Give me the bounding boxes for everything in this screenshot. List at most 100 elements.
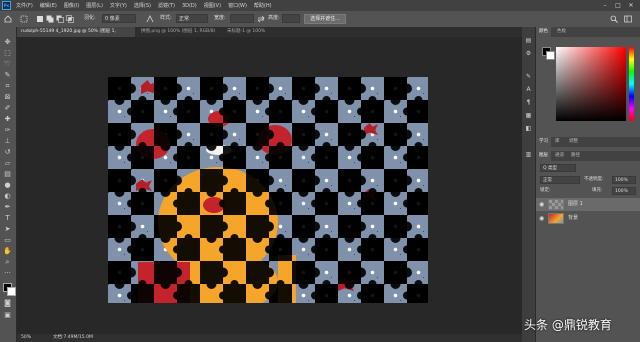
rectangle-tool-icon[interactable]: ▭ xyxy=(3,236,12,245)
search-icon[interactable] xyxy=(610,15,618,23)
menu-item[interactable]: 图像(I) xyxy=(64,2,79,9)
history-panel-icon[interactable]: ▤ xyxy=(524,36,533,45)
gradient-tool-icon[interactable]: ▤ xyxy=(3,170,12,179)
healing-brush-tool-icon[interactable]: ✚ xyxy=(3,115,12,124)
watermark-text: 头条 @鼎锐教育 xyxy=(524,318,612,332)
brush-settings-icon[interactable]: ✎ xyxy=(524,72,533,81)
blur-tool-icon[interactable]: ● xyxy=(3,181,12,190)
layers-panel-tabs: 图层 通道 路径 xyxy=(536,151,640,161)
height-input[interactable] xyxy=(282,14,300,23)
status-bar: 50% 文档:7.49M/15.0M xyxy=(17,334,522,342)
background-color-chip[interactable] xyxy=(546,51,555,60)
history-brush-tool-icon[interactable]: ↺ xyxy=(3,148,12,157)
tab-document-2[interactable]: 拼图.png @ 100% (图层 1, RGB/8) * xyxy=(137,27,221,44)
quick-select-tool-icon[interactable]: ✎ xyxy=(3,71,12,80)
edit-toolbar-icon[interactable]: ··· xyxy=(3,269,12,278)
document-info[interactable]: 文档:7.49M/15.0M xyxy=(53,334,93,342)
tab-color[interactable]: 颜色 xyxy=(536,27,551,37)
tab-adjustments[interactable]: 调整 xyxy=(566,137,581,147)
paragraph-panel-icon[interactable]: ¶ xyxy=(524,98,533,107)
style-select[interactable]: 正常 xyxy=(176,14,208,23)
main-menu: 文件(F) 编辑(E) 图像(I) 图层(L) 文字(Y) 选择(S) 滤镜(T) 3D(D)… xyxy=(16,0,272,11)
zoom-tool-icon[interactable]: ⌕ xyxy=(3,258,12,267)
color-picker-field[interactable] xyxy=(556,47,626,121)
background-color-swatch[interactable] xyxy=(7,287,16,296)
swatches-panel-icon[interactable]: ▦ xyxy=(524,111,533,120)
document-tabs: rudolph-55149 4_1920.jpg @ 50% (图层 1, RG… xyxy=(17,27,522,44)
menu-item[interactable]: 文件(F) xyxy=(16,2,33,9)
hue-slider[interactable] xyxy=(629,47,634,121)
dodge-tool-icon[interactable]: ◐ xyxy=(3,192,12,201)
character-panel-icon[interactable]: A xyxy=(524,85,533,94)
screen-mode-icon[interactable]: ▣ xyxy=(3,311,12,320)
layer-kind-filter[interactable]: Q 类型 xyxy=(540,164,576,172)
opacity-input[interactable]: 100% xyxy=(612,176,636,184)
path-selection-tool-icon[interactable]: ➤ xyxy=(3,225,12,234)
menu-item[interactable]: 视图(V) xyxy=(204,2,221,9)
layer-thumbnail xyxy=(548,213,564,224)
quick-mask-icon[interactable]: ◙ xyxy=(3,299,12,308)
workspace-icon[interactable] xyxy=(624,15,632,23)
layer-row[interactable]: ◉ 图层 1 xyxy=(536,198,640,211)
minimize-icon[interactable]: – xyxy=(600,1,610,10)
menu-item[interactable]: 帮助(H) xyxy=(254,2,272,9)
channels-panel-icon[interactable]: ▥ xyxy=(524,150,533,159)
menu-item[interactable]: 编辑(E) xyxy=(40,2,57,9)
brush-tool-icon[interactable]: ✑ xyxy=(3,126,12,135)
move-tool-icon[interactable]: ✥ xyxy=(3,38,12,47)
tab-libraries[interactable]: 库 xyxy=(552,137,563,147)
tab-learn[interactable]: 学习 xyxy=(536,137,551,147)
maximize-icon[interactable]: □ xyxy=(613,1,623,10)
layer-name[interactable]: 背景 xyxy=(568,212,578,225)
layer-row[interactable]: ◉ 背景 xyxy=(536,212,640,225)
tab-paths[interactable]: 路径 xyxy=(568,151,583,161)
menu-item[interactable]: 滤镜(T) xyxy=(158,2,175,9)
hand-tool-icon[interactable]: ✋ xyxy=(3,247,12,256)
tab-swatches[interactable]: 色板 xyxy=(554,27,569,37)
eyedropper-tool-icon[interactable]: ✐ xyxy=(3,104,12,113)
home-icon[interactable] xyxy=(4,15,12,23)
tab-document-1[interactable]: rudolph-55149 4_1920.jpg @ 50% (图层 1, RG… xyxy=(17,27,135,44)
menu-item[interactable]: 选择(S) xyxy=(134,2,151,9)
tab-document-3[interactable]: 未标题-1 @ 100% xyxy=(223,27,271,37)
width-input[interactable] xyxy=(230,14,254,23)
color-panel-tabs: 颜色 色板 xyxy=(536,27,640,37)
eraser-tool-icon[interactable]: ▱ xyxy=(3,159,12,168)
visibility-eye-icon[interactable]: ◉ xyxy=(539,215,546,222)
right-panels: 颜色 色板 学习 库 调整 图层 通道 路径 Q 类型 正常 不透明度: 100… xyxy=(536,27,640,342)
visibility-eye-icon[interactable]: ◉ xyxy=(539,201,546,208)
type-tool-icon[interactable]: T xyxy=(3,214,12,223)
new-selection-icon[interactable] xyxy=(36,15,44,23)
feather-input[interactable]: 0 像素 xyxy=(102,14,136,23)
add-selection-icon[interactable] xyxy=(46,15,54,23)
fill-label: 填充: xyxy=(592,188,603,193)
document-canvas[interactable] xyxy=(108,77,428,303)
tab-layers[interactable]: 图层 xyxy=(536,151,551,161)
intersect-selection-icon[interactable] xyxy=(66,15,74,23)
properties-panel-icon[interactable]: ⚙ xyxy=(524,49,533,58)
tab-channels[interactable]: 通道 xyxy=(552,151,567,161)
blend-mode-select[interactable]: 正常 xyxy=(540,176,580,184)
rect-marquee-preset-icon[interactable] xyxy=(20,15,28,23)
menu-item[interactable]: 图层(L) xyxy=(86,2,103,9)
subtract-selection-icon[interactable] xyxy=(56,15,64,23)
menu-item[interactable]: 文字(Y) xyxy=(110,2,127,9)
rect-marquee-tool-icon[interactable]: ⬚ xyxy=(3,49,12,58)
frame-tool-icon[interactable]: ⊠ xyxy=(3,93,12,102)
menu-item[interactable]: 3D(D) xyxy=(182,3,197,9)
style-label: 样式: xyxy=(160,15,172,21)
layer-name[interactable]: 图层 1 xyxy=(568,198,583,211)
anti-alias-icon[interactable] xyxy=(146,15,154,23)
panel-dock: ▤ ⚙ ✎ A ¶ ▦ ◧ ▥ xyxy=(522,27,536,342)
lasso-tool-icon[interactable]: ➰ xyxy=(3,60,12,69)
crop-tool-icon[interactable]: ⌗ xyxy=(3,82,12,91)
menu-item[interactable]: 窗口(W) xyxy=(228,2,247,9)
swap-dimensions-icon[interactable] xyxy=(257,15,265,23)
pen-tool-icon[interactable]: ✒ xyxy=(3,203,12,212)
close-icon[interactable]: ✕ xyxy=(626,1,636,10)
clone-stamp-tool-icon[interactable]: ⊥ xyxy=(3,137,12,146)
zoom-level[interactable]: 50% xyxy=(21,334,31,342)
fill-input[interactable]: 100% xyxy=(612,187,636,195)
select-and-mask-button[interactable]: 选择并遮住... xyxy=(304,14,346,24)
adjust-panel-icon[interactable]: ◧ xyxy=(524,124,533,133)
